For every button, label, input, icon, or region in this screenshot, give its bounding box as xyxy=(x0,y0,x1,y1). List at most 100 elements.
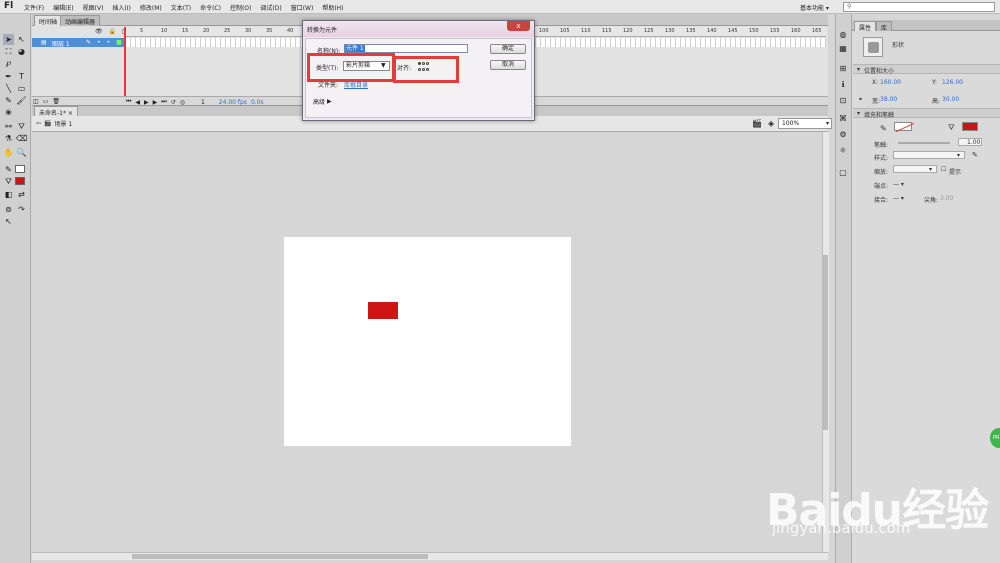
workspace-switcher[interactable]: 基本功能 ▾ xyxy=(800,3,829,12)
y-value[interactable]: 126.00 xyxy=(942,79,963,86)
horizontal-scrollbar-thumb[interactable] xyxy=(132,554,428,559)
color-panel-icon[interactable]: ◍ xyxy=(838,30,848,40)
link-icon[interactable]: ⚭ xyxy=(858,96,863,103)
subselection-tool-icon[interactable]: ↖ xyxy=(16,34,27,45)
join-select[interactable]: — ▾ xyxy=(893,195,904,202)
menu-window[interactable]: 窗口(W) xyxy=(291,3,314,12)
menu-edit[interactable]: 编辑(E) xyxy=(53,3,73,12)
x-value[interactable]: 160.00 xyxy=(880,79,901,86)
brush-tool-icon[interactable]: 🖌 xyxy=(16,95,27,106)
section-position-size[interactable]: ▾ 位置和大小 xyxy=(853,64,1000,75)
next-frame-icon[interactable]: ▶ xyxy=(153,99,158,106)
zoom-tool-icon[interactable]: 🔍 xyxy=(16,147,27,158)
menu-debug[interactable]: 调试(D) xyxy=(260,3,281,12)
lasso-tool-icon[interactable]: ℘ xyxy=(3,57,14,68)
swap-colors-icon[interactable]: ⇄ xyxy=(16,189,27,200)
object-drawing-icon[interactable]: ⊚ xyxy=(3,204,14,215)
fill-swatch[interactable] xyxy=(962,122,978,131)
stroke-color-swatch[interactable] xyxy=(15,165,25,173)
hint-checkbox[interactable]: ☐ xyxy=(941,166,946,173)
menu-commands[interactable]: 命令(C) xyxy=(200,3,221,12)
miter-value[interactable]: 3.00 xyxy=(940,195,953,202)
last-frame-icon[interactable]: ⏭ xyxy=(161,98,166,106)
info-panel-icon[interactable]: ℹ xyxy=(838,80,848,90)
document-tab[interactable]: 未命名-1* × xyxy=(34,106,78,117)
tab-library[interactable]: 库 xyxy=(876,21,893,32)
dialog-close-button[interactable]: x xyxy=(507,21,530,31)
edit-scene-icon[interactable]: 🎬 xyxy=(752,119,762,128)
pencil-icon[interactable]: ✎ xyxy=(86,39,91,46)
text-tool-icon[interactable]: T xyxy=(16,71,27,82)
menu-file[interactable]: 文件(F) xyxy=(24,3,44,12)
transform-panel-icon[interactable]: ⊡ xyxy=(838,96,848,106)
history-panel-icon[interactable]: ▢ xyxy=(838,168,848,178)
swatches-panel-icon[interactable]: ▦ xyxy=(838,44,848,54)
dialog-titlebar[interactable] xyxy=(303,21,534,37)
scale-select[interactable]: ▾ xyxy=(893,165,937,173)
delete-layer-icon[interactable]: 🗑 xyxy=(52,98,60,105)
free-transform-tool-icon[interactable]: ⛶ xyxy=(3,46,14,57)
bone-tool-icon[interactable]: ⚯ xyxy=(3,121,14,132)
menu-help[interactable]: 帮助(H) xyxy=(322,3,343,12)
stage[interactable] xyxy=(284,237,571,446)
menu-modify[interactable]: 修改(M) xyxy=(140,3,162,12)
layer-name[interactable]: 图层 1 xyxy=(52,39,70,48)
line-tool-icon[interactable]: ╲ xyxy=(3,83,14,94)
ok-button[interactable]: 确定 xyxy=(490,44,526,54)
stroke-width-field[interactable]: 1.00 xyxy=(958,138,982,146)
snap-icon[interactable]: ↷ xyxy=(16,204,27,215)
deco-tool-icon[interactable]: ❀ xyxy=(3,107,14,118)
edit-style-pencil-icon[interactable]: ✎ xyxy=(972,151,978,159)
menu-text[interactable]: 文本(T) xyxy=(171,3,191,12)
fill-color-icon[interactable]: ⛛ xyxy=(3,176,14,187)
back-arrow-icon[interactable]: ⇦ xyxy=(36,120,41,127)
tab-motion-editor[interactable]: 动画编辑器 xyxy=(60,15,101,26)
eye-icon[interactable]: 👁 xyxy=(95,28,103,35)
black-white-icon[interactable]: ◧ xyxy=(3,189,14,200)
pencil-tool-icon[interactable]: ✎ xyxy=(3,95,14,106)
hand-tool-icon[interactable]: ✋ xyxy=(3,147,14,158)
align-panel-icon[interactable]: ⊞ xyxy=(838,64,848,74)
play-icon[interactable]: ▶ xyxy=(144,99,149,106)
frame-rate[interactable]: 24.00 fps xyxy=(219,99,247,106)
lock-dot-icon[interactable]: • xyxy=(107,39,111,46)
eraser-tool-icon[interactable]: ⌫ xyxy=(16,133,27,144)
pen-tool-icon[interactable]: ✒ xyxy=(3,71,14,82)
selection-tool-icon[interactable]: ➤ xyxy=(3,34,14,45)
motion-presets-icon[interactable]: ⚛ xyxy=(838,146,848,156)
width-value[interactable]: 38.00 xyxy=(880,96,897,103)
menu-control[interactable]: 控制(O) xyxy=(230,3,251,12)
tab-properties[interactable]: 属性 xyxy=(854,21,877,32)
playhead[interactable] xyxy=(124,27,126,105)
onion-skin-icon[interactable]: ◎ xyxy=(180,99,185,106)
first-frame-icon[interactable]: ⏮ xyxy=(126,98,131,106)
components-panel-icon[interactable]: ⚙ xyxy=(838,130,848,140)
fill-color-swatch[interactable] xyxy=(15,177,25,185)
new-layer-icon[interactable]: ◫ xyxy=(33,98,39,105)
3d-rotation-tool-icon[interactable]: ◕ xyxy=(16,46,27,57)
new-folder-icon[interactable]: ▭ xyxy=(43,98,49,105)
cap-select[interactable]: — ▾ xyxy=(893,181,904,188)
eyedropper-tool-icon[interactable]: ⚗ xyxy=(3,133,14,144)
stroke-swatch[interactable] xyxy=(894,122,915,133)
cancel-button[interactable]: 取消 xyxy=(490,60,526,70)
prev-frame-icon[interactable]: ◀ xyxy=(135,99,140,106)
visible-dot-icon[interactable]: • xyxy=(97,39,101,46)
paint-bucket-tool-icon[interactable]: ⛛ xyxy=(16,121,27,132)
stroke-color-icon[interactable]: ✎ xyxy=(3,164,14,175)
code-snippets-icon[interactable]: ⌘ xyxy=(838,114,848,124)
outline-green-icon[interactable]: ■ xyxy=(116,39,122,46)
menu-view[interactable]: 视图(V) xyxy=(83,3,104,12)
tab-timeline[interactable]: 时间轴 xyxy=(34,15,63,26)
height-value[interactable]: 30.00 xyxy=(942,96,959,103)
zoom-select[interactable]: 100% ▾ xyxy=(778,118,832,129)
edit-symbol-icon[interactable]: ◈ xyxy=(768,119,774,128)
stroke-width-slider[interactable] xyxy=(898,142,950,144)
advanced-toggle[interactable]: 高级 ▶ xyxy=(313,97,332,106)
lock-icon[interactable]: 🔒 xyxy=(109,28,116,35)
red-rectangle-shape[interactable] xyxy=(368,302,398,319)
rectangle-tool-icon[interactable]: ▭ xyxy=(16,83,27,94)
loop-icon[interactable]: ↺ xyxy=(171,99,176,106)
search-input[interactable] xyxy=(843,2,995,12)
straighten-icon[interactable]: ↖ xyxy=(3,216,14,227)
